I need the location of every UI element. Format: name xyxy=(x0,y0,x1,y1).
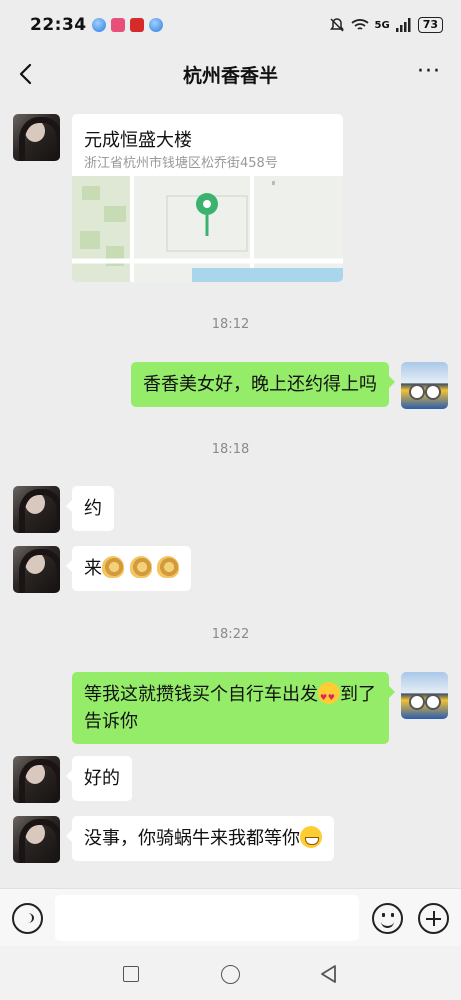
sent-message[interactable]: 香香美女好，晚上还约得上吗 xyxy=(131,362,395,407)
message-text: 来 xyxy=(84,558,102,579)
contact-avatar[interactable] xyxy=(13,114,60,161)
notification-app-icon xyxy=(129,18,144,32)
back-icon[interactable] xyxy=(319,964,339,984)
recent-apps-icon[interactable] xyxy=(123,966,139,982)
my-avatar[interactable] xyxy=(401,672,448,719)
message-text: 香香美女好，晚上还约得上吗 xyxy=(143,374,377,395)
sent-message[interactable]: 等我这就攒钱买个自行车出发到了告诉你 xyxy=(72,672,395,744)
message-input[interactable] xyxy=(55,895,359,941)
received-message[interactable]: 没事，你骑蜗牛来我都等你 xyxy=(66,816,334,861)
status-right: 5G 73 xyxy=(329,17,443,33)
plus-icon[interactable] xyxy=(418,903,449,934)
notification-app-icon xyxy=(91,18,106,32)
message-text: 约 xyxy=(84,498,102,519)
timestamp: 18:18 xyxy=(211,442,250,457)
chat-title: 杭州香香半 xyxy=(182,64,278,87)
battery-level: 73 xyxy=(417,17,443,33)
wifi-icon xyxy=(350,19,369,30)
my-avatar[interactable] xyxy=(401,362,448,409)
message-list[interactable]: 元成恒盛大楼 浙江省杭州市钱塘区松乔街458号 18:12 香香美女好，晚上还约… xyxy=(0,98,461,888)
received-message[interactable]: 来 xyxy=(65,546,192,591)
status-bar: 22:34 5G 73 xyxy=(0,0,461,50)
network-type: 5G xyxy=(374,19,390,31)
voice-icon[interactable] xyxy=(12,903,43,934)
signal-icon xyxy=(395,18,411,32)
system-nav-bar xyxy=(0,946,461,1000)
contact-avatar[interactable] xyxy=(13,756,60,803)
message-text: 好的 xyxy=(84,768,120,789)
received-message[interactable]: 好的 xyxy=(66,756,132,801)
back-arrow-icon[interactable] xyxy=(16,62,36,86)
received-message[interactable]: 约 xyxy=(66,486,114,531)
notification-app-icon xyxy=(148,18,163,32)
timestamp: 18:22 xyxy=(211,627,250,642)
heart-eyes-emoji-icon xyxy=(318,682,340,711)
mute-bell-icon xyxy=(329,18,344,32)
notification-app-icon xyxy=(110,18,125,32)
grin-emoji-icon xyxy=(300,826,322,848)
snail-emoji-icon xyxy=(157,556,180,578)
message-text: 没事，你骑蜗牛来我都等你 xyxy=(84,828,300,849)
chat-header: 杭州香香半 ··· xyxy=(0,50,461,98)
more-dots-icon[interactable]: ··· xyxy=(417,60,441,84)
snail-emoji-icon xyxy=(129,556,152,578)
location-card[interactable]: 元成恒盛大楼 浙江省杭州市钱塘区松乔街458号 xyxy=(72,114,343,282)
contact-avatar[interactable] xyxy=(13,486,60,533)
location-name: 元成恒盛大楼 xyxy=(84,130,192,151)
home-icon[interactable] xyxy=(221,965,240,984)
location-map-thumbnail xyxy=(72,176,343,282)
contact-avatar[interactable] xyxy=(13,546,60,593)
snail-emoji-icon xyxy=(102,556,124,578)
status-time: 22:34 xyxy=(30,15,87,35)
emoji-icon[interactable] xyxy=(372,903,403,934)
input-bar xyxy=(0,888,461,946)
timestamp: 18:12 xyxy=(211,317,250,332)
status-left: 22:34 xyxy=(30,15,163,35)
message-text: 等我这就攒钱买个自行车出发 xyxy=(84,684,318,705)
location-address: 浙江省杭州市钱塘区松乔街458号 xyxy=(84,156,278,171)
contact-avatar[interactable] xyxy=(13,816,60,863)
